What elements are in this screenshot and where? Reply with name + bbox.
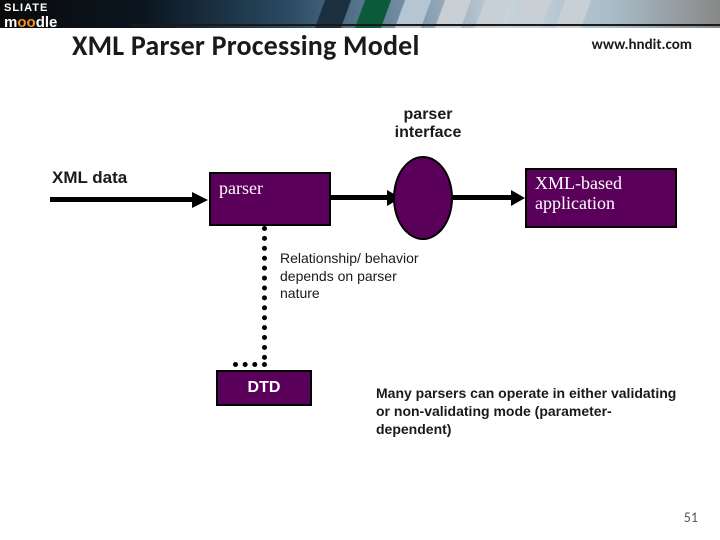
parser-interface-label: parser interface — [383, 106, 473, 143]
dashed-connector-vertical — [262, 226, 267, 360]
page-number: 51 — [684, 509, 698, 526]
arrow-parser-to-interface — [331, 190, 401, 208]
dashed-connector-horizontal — [233, 362, 267, 367]
dtd-box: DTD — [216, 370, 312, 406]
relationship-text: Relationship/ behavior depends on parser… — [280, 250, 420, 303]
xml-data-label: XML data — [52, 168, 127, 188]
xml-based-application-box: XML-based application — [525, 168, 677, 228]
arrow-xmldata-to-parser — [50, 192, 208, 210]
parser-interface-ellipse — [393, 156, 453, 240]
arrow-interface-to-app — [453, 190, 525, 208]
parser-box: parser — [209, 172, 331, 226]
parser-processing-diagram: XML data parser parser interface XML-bas… — [0, 0, 720, 540]
validation-note: Many parsers can operate in either valid… — [376, 384, 686, 439]
